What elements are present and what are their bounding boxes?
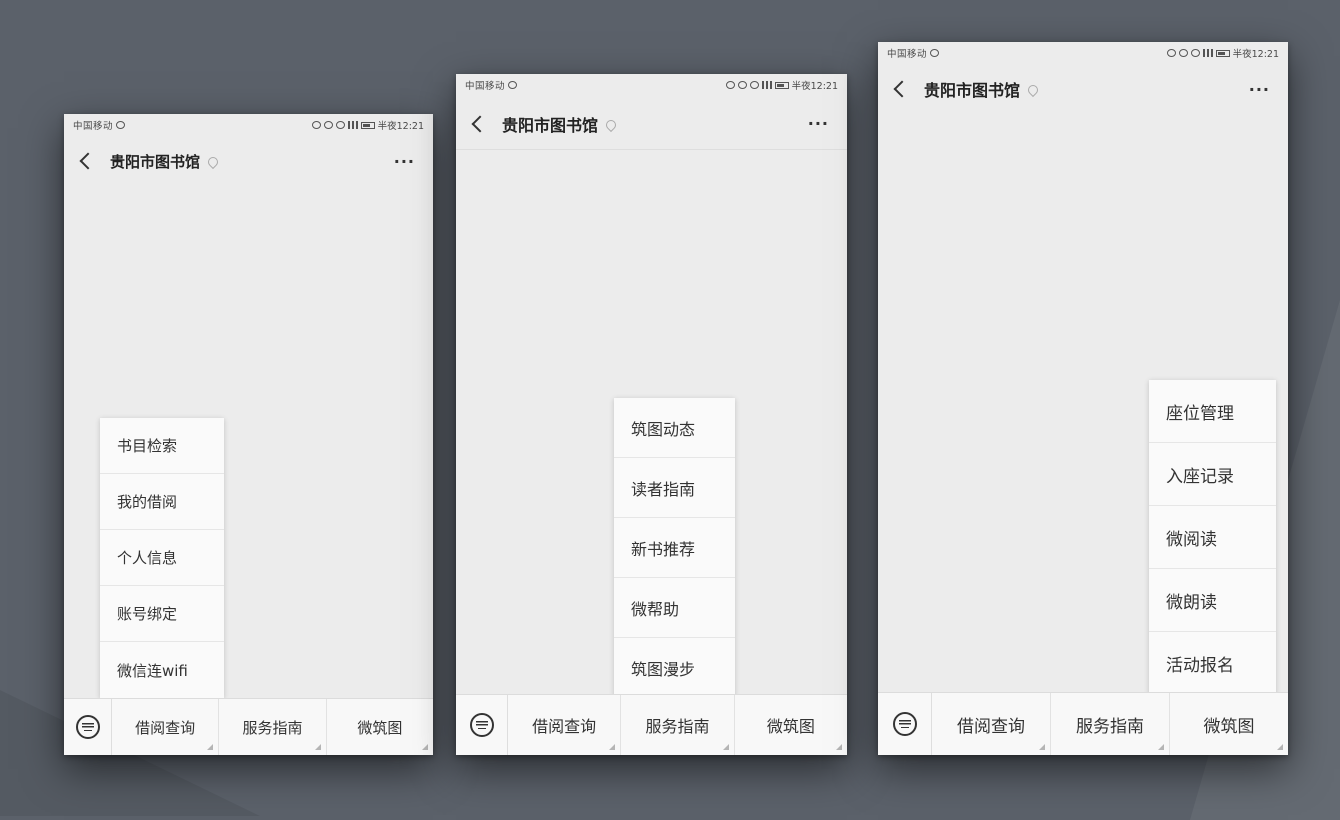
more-dots-icon[interactable]: ··· <box>394 152 415 171</box>
submenu-item-new-books[interactable]: 新书推荐 <box>614 518 735 578</box>
nfc-icon <box>1166 49 1176 57</box>
submenu-item-seat-records[interactable]: 入座记录 <box>1149 443 1276 506</box>
bottom-menu: 借阅查询 服务指南 微筑图 <box>878 692 1288 755</box>
nfc-icon <box>725 81 735 89</box>
status-bar: 中国移动 半夜12:21 <box>64 114 433 136</box>
status-time: 半夜12:21 <box>377 121 424 132</box>
battery-icon <box>774 81 789 89</box>
bottom-menu: 借阅查询 服务指南 微筑图 <box>456 694 847 755</box>
wifi-icon <box>335 121 345 129</box>
submenu-item-my-borrowing[interactable]: 我的借阅 <box>100 474 224 530</box>
carrier-label: 中国移动 <box>73 121 114 132</box>
menu-tab-borrow-query[interactable]: 借阅查询 <box>932 693 1051 755</box>
status-bar: 中国移动 半夜12:21 <box>878 42 1288 64</box>
location-pin-icon <box>1025 82 1041 98</box>
submenu-item-micro-help[interactable]: 微帮助 <box>614 578 735 638</box>
submenu-item-personal-info[interactable]: 个人信息 <box>100 530 224 586</box>
location-pin-icon <box>603 117 619 132</box>
phone-screen-2: 中国移动 半夜12:21 贵阳市图书馆 ··· 筑图动态 读者指南 新书推荐 微… <box>456 74 847 755</box>
keyboard-toggle-button[interactable] <box>878 693 932 755</box>
nav-bar: 贵阳市图书馆 ··· <box>64 136 433 186</box>
status-bar: 中国移动 半夜12:21 <box>456 74 847 96</box>
alarm-icon <box>1178 49 1188 57</box>
keyboard-icon <box>469 713 494 737</box>
sim-icon <box>930 49 940 57</box>
phone-screen-1: 中国移动 半夜12:21 贵阳市图书馆 ··· 书目检索 我的借阅 个人信息 账… <box>64 114 433 755</box>
signal-icon <box>347 121 358 129</box>
phone-screen-3: 中国移动 半夜12:21 贵阳市图书馆 ··· 座位管理 入座记录 微阅读 微朗… <box>878 42 1288 755</box>
menu-tab-micro-library[interactable]: 微筑图 <box>1170 693 1288 755</box>
submenu-item-reader-guide[interactable]: 读者指南 <box>614 458 735 518</box>
alarm-icon <box>323 121 333 129</box>
menu-tab-service-guide[interactable]: 服务指南 <box>1051 693 1170 755</box>
bottom-menu: 借阅查询 服务指南 微筑图 <box>64 698 433 755</box>
status-time: 半夜12:21 <box>1232 49 1279 60</box>
signal-icon <box>761 81 772 89</box>
menu-tab-borrow-query[interactable]: 借阅查询 <box>112 699 220 755</box>
more-dots-icon[interactable]: ··· <box>808 114 829 133</box>
submenu-popup: 座位管理 入座记录 微阅读 微朗读 活动报名 <box>1149 380 1276 695</box>
submenu-item-event-signup[interactable]: 活动报名 <box>1149 632 1276 695</box>
nav-bar: 贵阳市图书馆 ··· <box>456 98 847 150</box>
carrier-label: 中国移动 <box>887 49 928 60</box>
submenu-item-micro-recitation[interactable]: 微朗读 <box>1149 569 1276 632</box>
more-dots-icon[interactable]: ··· <box>1249 80 1270 99</box>
menu-tab-borrow-query[interactable]: 借阅查询 <box>508 695 622 755</box>
nav-bar: 贵阳市图书馆 ··· <box>878 64 1288 114</box>
account-title: 贵阳市图书馆 <box>110 152 201 171</box>
submenu-item-library-news[interactable]: 筑图动态 <box>614 398 735 458</box>
submenu-item-micro-reading[interactable]: 微阅读 <box>1149 506 1276 569</box>
chevron-left-icon[interactable] <box>471 115 489 132</box>
menu-tab-service-guide[interactable]: 服务指南 <box>621 695 735 755</box>
battery-icon <box>360 121 375 129</box>
keyboard-icon <box>75 715 100 739</box>
account-title: 贵阳市图书馆 <box>502 115 599 135</box>
submenu-popup: 书目检索 我的借阅 个人信息 账号绑定 微信连wifi <box>100 418 224 698</box>
chevron-left-icon[interactable] <box>79 152 97 170</box>
carrier-label: 中国移动 <box>465 81 506 92</box>
alarm-icon <box>737 81 747 89</box>
submenu-item-library-tour[interactable]: 筑图漫步 <box>614 638 735 698</box>
menu-tab-micro-library[interactable]: 微筑图 <box>735 695 847 755</box>
wifi-icon <box>749 81 759 89</box>
submenu-item-wechat-wifi[interactable]: 微信连wifi <box>100 642 224 698</box>
nfc-icon <box>311 121 321 129</box>
submenu-item-account-binding[interactable]: 账号绑定 <box>100 586 224 642</box>
keyboard-toggle-button[interactable] <box>456 695 508 755</box>
location-pin-icon <box>205 154 221 170</box>
sim-icon <box>508 81 518 89</box>
submenu-popup: 筑图动态 读者指南 新书推荐 微帮助 筑图漫步 <box>614 398 735 698</box>
status-time: 半夜12:21 <box>791 81 838 92</box>
menu-tab-service-guide[interactable]: 服务指南 <box>219 699 327 755</box>
signal-icon <box>1202 49 1213 57</box>
submenu-item-book-search[interactable]: 书目检索 <box>100 418 224 474</box>
submenu-item-seat-management[interactable]: 座位管理 <box>1149 380 1276 443</box>
keyboard-toggle-button[interactable] <box>64 699 112 755</box>
chevron-left-icon[interactable] <box>893 80 911 98</box>
battery-icon <box>1215 49 1230 57</box>
wifi-icon <box>1190 49 1200 57</box>
sim-icon <box>116 121 126 129</box>
account-title: 贵阳市图书馆 <box>924 81 1021 100</box>
keyboard-icon <box>892 712 917 736</box>
menu-tab-micro-library[interactable]: 微筑图 <box>327 699 433 755</box>
